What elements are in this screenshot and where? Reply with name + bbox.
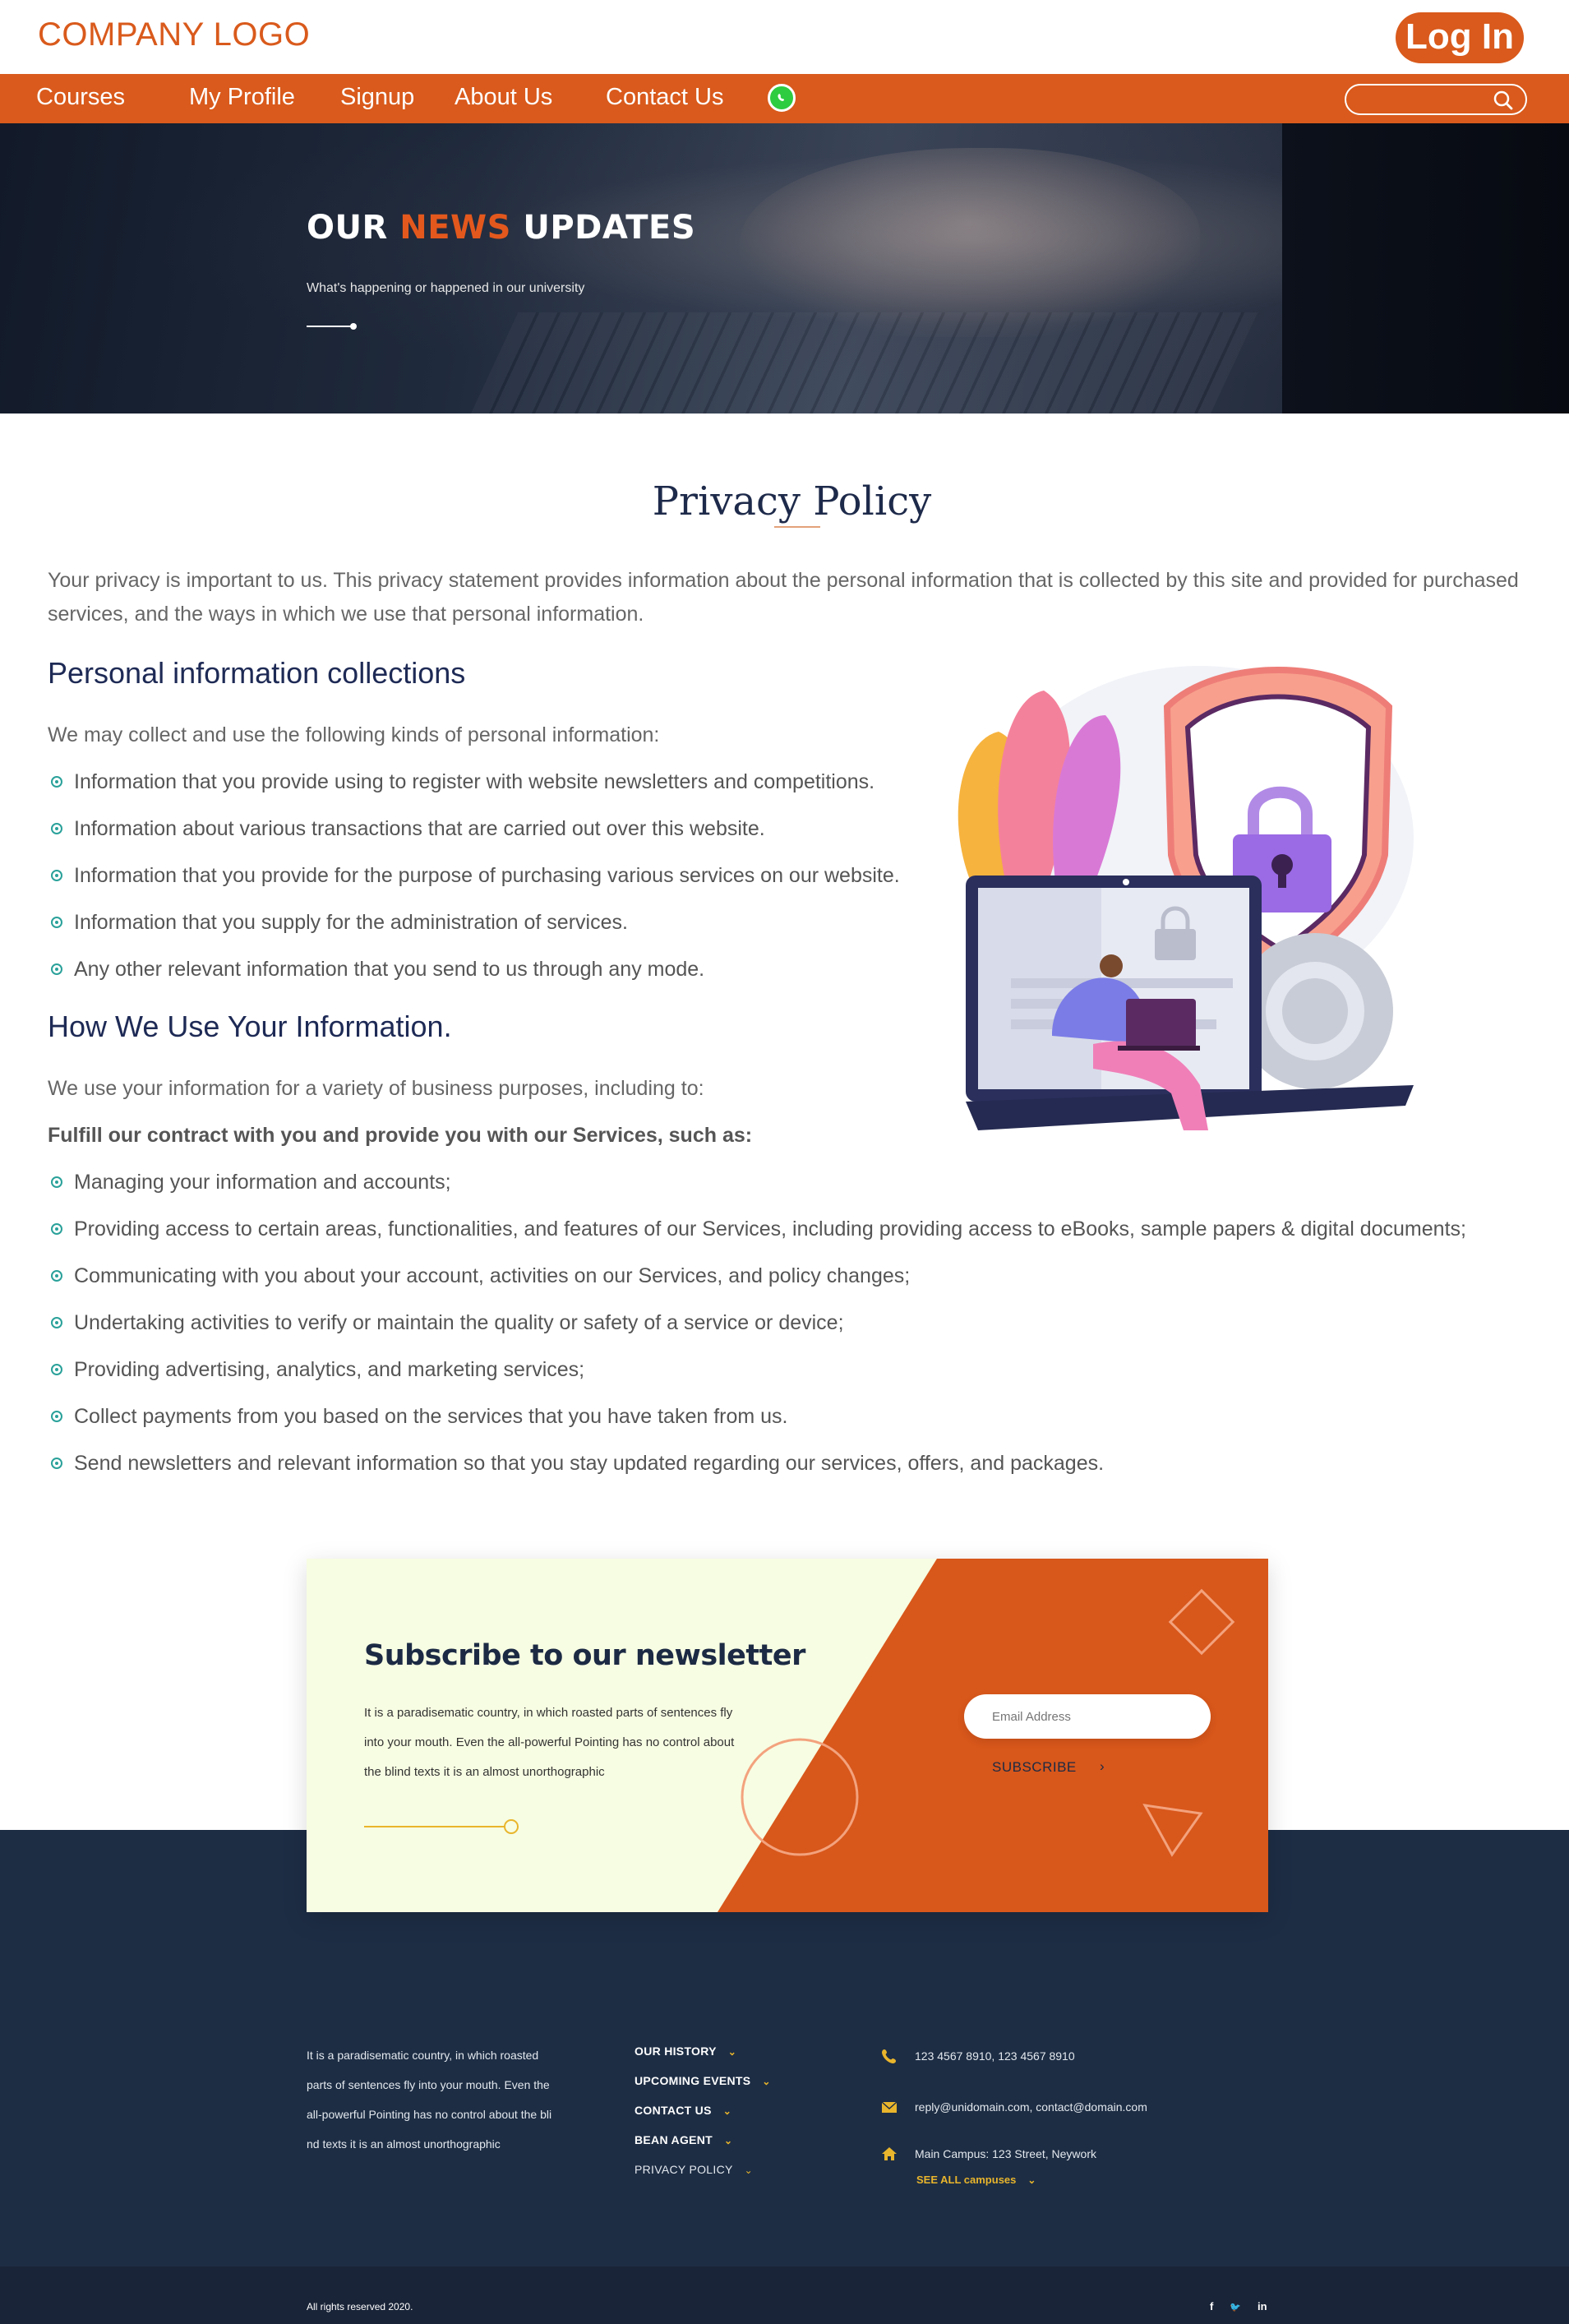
list-item: Any other relevant information that you … bbox=[51, 957, 900, 1004]
bullet-icon bbox=[51, 1317, 62, 1328]
bottom-bar bbox=[0, 2266, 1569, 2324]
chevron-down-icon[interactable]: ⌄ bbox=[745, 2165, 753, 2176]
footer-links: OUR HISTORY ⌄ UPCOMING EVENTS ⌄ CONTACT US… bbox=[635, 2044, 771, 2192]
section-lead-usage: We use your information for a variety of… bbox=[48, 1077, 704, 1100]
bullet-icon bbox=[51, 1270, 62, 1282]
mail-icon bbox=[881, 2101, 898, 2113]
newsletter-email-input[interactable] bbox=[964, 1694, 1211, 1739]
usage-list: Managing your information and accounts; … bbox=[51, 1170, 1466, 1498]
bullet-icon bbox=[51, 1176, 62, 1188]
list-item: Communicating with you about your accoun… bbox=[51, 1264, 1466, 1310]
newsletter-text: It is a paradisematic country, in which … bbox=[364, 1706, 735, 1779]
chevron-down-icon[interactable]: ⌄ bbox=[762, 2076, 770, 2087]
footer-about-text: It is a paradisematic country, in which … bbox=[307, 2049, 552, 2151]
footer-link-bean-agent[interactable]: BEAN AGENT ⌄ bbox=[635, 2133, 771, 2163]
bullet-icon bbox=[51, 917, 62, 928]
newsletter-card: Subscribe to our newsletter It is a para… bbox=[307, 1559, 1268, 1912]
intro-paragraph: Your privacy is important to us. This pr… bbox=[48, 569, 1519, 626]
section-heading-collections: Personal information collections bbox=[48, 656, 466, 690]
phone-icon bbox=[882, 2049, 896, 2063]
list-item: Providing advertising, analytics, and ma… bbox=[51, 1357, 1466, 1404]
footer-link-privacy-policy[interactable]: PRIVACY POLICY ⌄ bbox=[635, 2163, 771, 2192]
hero-divider-dot bbox=[350, 323, 357, 330]
whatsapp-icon[interactable] bbox=[768, 84, 796, 112]
chevron-down-icon[interactable]: ⌄ bbox=[728, 2046, 736, 2058]
section-lead-collections: We may collect and use the following kin… bbox=[48, 723, 660, 746]
list-item: Information about various transactions t… bbox=[51, 816, 900, 863]
newsletter-divider-dot bbox=[504, 1819, 519, 1834]
chevron-down-icon[interactable]: ⌄ bbox=[1027, 2174, 1036, 2186]
footer-link-upcoming-events[interactable]: UPCOMING EVENTS ⌄ bbox=[635, 2074, 771, 2104]
copyright-text: All rights reserved 2020. bbox=[307, 2301, 413, 2312]
bullet-icon bbox=[51, 870, 62, 881]
hero-title-accent: NEWS bbox=[399, 209, 511, 247]
footer-link-contact-us[interactable]: CONTACT US ⌄ bbox=[635, 2104, 771, 2133]
site-header: COMPANY LOGO Log In bbox=[0, 0, 1569, 74]
bullet-icon bbox=[51, 776, 62, 788]
list-item: Information that you provide for the pur… bbox=[51, 863, 900, 910]
collections-list: Information that you provide using to re… bbox=[51, 769, 900, 1004]
bullet-icon bbox=[51, 1458, 62, 1469]
privacy-security-illustration bbox=[958, 666, 1414, 1130]
list-item: Information that you provide using to re… bbox=[51, 769, 900, 816]
section-heading-usage: How We Use Your Information. bbox=[48, 1010, 452, 1043]
list-item: Managing your information and accounts; bbox=[51, 1170, 1466, 1217]
nav-item-courses[interactable]: Courses bbox=[36, 84, 125, 111]
search-icon[interactable] bbox=[1493, 90, 1514, 111]
home-icon bbox=[882, 2147, 897, 2160]
hero-divider bbox=[307, 326, 353, 327]
nav-item-signup[interactable]: Signup bbox=[340, 84, 414, 111]
facebook-icon[interactable]: f bbox=[1210, 2300, 1213, 2312]
twitter-icon[interactable]: 🐦 bbox=[1230, 2302, 1241, 2312]
login-button[interactable]: Log In bbox=[1396, 12, 1524, 63]
hero-sleeve-image bbox=[1282, 123, 1569, 414]
hero-banner bbox=[0, 123, 1569, 414]
list-item: Information that you supply for the admi… bbox=[51, 910, 900, 957]
hero-title: OUR NEWS UPDATES bbox=[307, 209, 696, 247]
search-input[interactable] bbox=[1345, 84, 1527, 115]
bullet-icon bbox=[51, 1364, 62, 1375]
bullet-icon bbox=[51, 963, 62, 975]
page-title: Privacy Policy bbox=[652, 478, 932, 524]
list-item: Undertaking activities to verify or main… bbox=[51, 1310, 1466, 1357]
title-underline bbox=[774, 526, 820, 528]
section-sublead-usage: Fulfill our contract with you and provid… bbox=[48, 1124, 753, 1147]
subscribe-arrow-icon[interactable]: › bbox=[1100, 1758, 1105, 1775]
main-nav: Courses My Profile Signup About Us Conta… bbox=[0, 74, 1569, 123]
subscribe-button[interactable]: SUBSCRIBE bbox=[992, 1759, 1077, 1776]
footer-link-our-history[interactable]: OUR HISTORY ⌄ bbox=[635, 2044, 771, 2074]
company-logo[interactable]: COMPANY LOGO bbox=[38, 16, 310, 53]
nav-item-contact-us[interactable]: Contact Us bbox=[606, 84, 723, 111]
bullet-icon bbox=[51, 1411, 62, 1422]
chevron-down-icon[interactable]: ⌄ bbox=[724, 2135, 732, 2146]
list-item: Send newsletters and relevant informatio… bbox=[51, 1451, 1466, 1498]
chevron-down-icon[interactable]: ⌄ bbox=[723, 2105, 731, 2117]
list-item: Collect payments from you based on the s… bbox=[51, 1404, 1466, 1451]
newsletter-title: Subscribe to our newsletter bbox=[364, 1639, 805, 1672]
newsletter-divider bbox=[364, 1826, 512, 1827]
bullet-icon bbox=[51, 823, 62, 834]
hero-subtitle: What's happening or happened in our univ… bbox=[307, 281, 585, 295]
nav-item-my-profile[interactable]: My Profile bbox=[189, 84, 295, 111]
linkedin-icon[interactable]: in bbox=[1258, 2300, 1267, 2312]
bullet-icon bbox=[51, 1223, 62, 1235]
nav-item-about-us[interactable]: About Us bbox=[455, 84, 552, 111]
see-all-campuses-link[interactable]: SEE ALL campuses ⌄ bbox=[916, 2174, 1036, 2186]
list-item: Providing access to certain areas, funct… bbox=[51, 1217, 1466, 1264]
